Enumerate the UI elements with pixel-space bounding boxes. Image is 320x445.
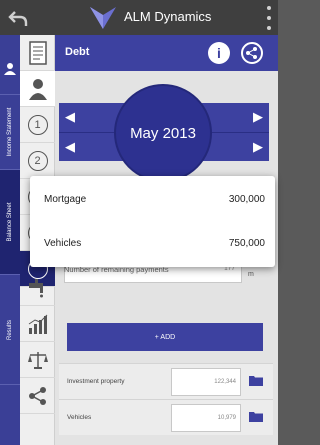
rail-section-label: Results <box>7 319 13 340</box>
asset-value-field[interactable]: 10,979 <box>171 404 241 432</box>
step-1-item[interactable]: 1 <box>20 107 55 143</box>
rail-section-label: Balance Sheet <box>7 202 13 242</box>
more-vertical-icon[interactable] <box>264 6 274 30</box>
asset-value: 10,979 <box>217 415 236 421</box>
debt-type-dropdown: Mortgage 300,000 Vehicles 750,000 <box>30 176 275 267</box>
rail-section-label: Income Statement <box>7 107 13 157</box>
back-icon[interactable] <box>6 6 30 30</box>
app-bar: ALM Dynamics <box>0 0 278 35</box>
scale-icon <box>27 351 48 369</box>
remaining-payments-unit: m <box>248 271 254 278</box>
month-label: May 2013 <box>114 84 212 182</box>
step-number: 2 <box>27 150 48 171</box>
scale-item[interactable] <box>20 342 55 378</box>
user-item[interactable] <box>20 71 55 107</box>
panel-title: Debt <box>65 46 90 58</box>
share-icon[interactable] <box>241 42 263 64</box>
app-title: ALM Dynamics <box>124 9 212 24</box>
option-label: Vehicles <box>44 238 82 249</box>
info-icon[interactable]: i <box>208 42 230 64</box>
option-label: Mortgage <box>44 194 87 205</box>
folder-icon[interactable] <box>249 375 263 386</box>
panel-header: Debt i <box>55 35 278 71</box>
person-icon <box>4 63 16 75</box>
faucet-item[interactable] <box>20 270 55 306</box>
document-icon <box>28 40 47 65</box>
dropdown-option-vehicles[interactable]: Vehicles 750,000 <box>30 222 275 266</box>
asset-value-field[interactable]: 122,344 <box>171 368 241 396</box>
folder-icon[interactable] <box>249 411 263 422</box>
logo-icon <box>90 7 116 29</box>
arrow-left-icon[interactable]: ◀ <box>65 109 75 125</box>
dropdown-option-mortgage[interactable]: Mortgage 300,000 <box>30 178 275 222</box>
user-icon <box>28 78 47 100</box>
rail-section-balance-sheet[interactable]: Balance Sheet <box>0 170 20 275</box>
asset-name: Vehicles <box>67 414 92 421</box>
bar-chart-icon <box>28 314 47 334</box>
chart-item[interactable] <box>20 306 55 342</box>
faucet-icon <box>28 278 43 297</box>
arrow-right-icon[interactable]: ▶ <box>253 139 263 155</box>
rail-section-results[interactable]: Results <box>0 275 20 385</box>
step-number: 1 <box>27 114 48 135</box>
arrow-left-icon[interactable]: ◀ <box>65 139 75 155</box>
share-icon <box>28 386 46 405</box>
section-rail: Income Statement Balance Sheet Results <box>0 35 20 445</box>
rail-profile[interactable] <box>0 35 20 95</box>
add-button[interactable]: + ADD <box>67 323 263 351</box>
step-2-item[interactable]: 2 <box>20 143 55 179</box>
asset-row: Investment property 122,344 <box>59 363 273 399</box>
asset-name: Investment property <box>67 378 125 385</box>
option-value: 300,000 <box>228 194 265 205</box>
asset-value: 122,344 <box>214 379 236 385</box>
option-value: 750,000 <box>228 238 265 249</box>
asset-row: Vehicles 10,979 <box>59 399 273 435</box>
arrow-right-icon[interactable]: ▶ <box>253 109 263 125</box>
rail-section-income-statement[interactable]: Income Statement <box>0 95 20 170</box>
share-item[interactable] <box>20 378 55 414</box>
document-item[interactable] <box>20 35 55 71</box>
